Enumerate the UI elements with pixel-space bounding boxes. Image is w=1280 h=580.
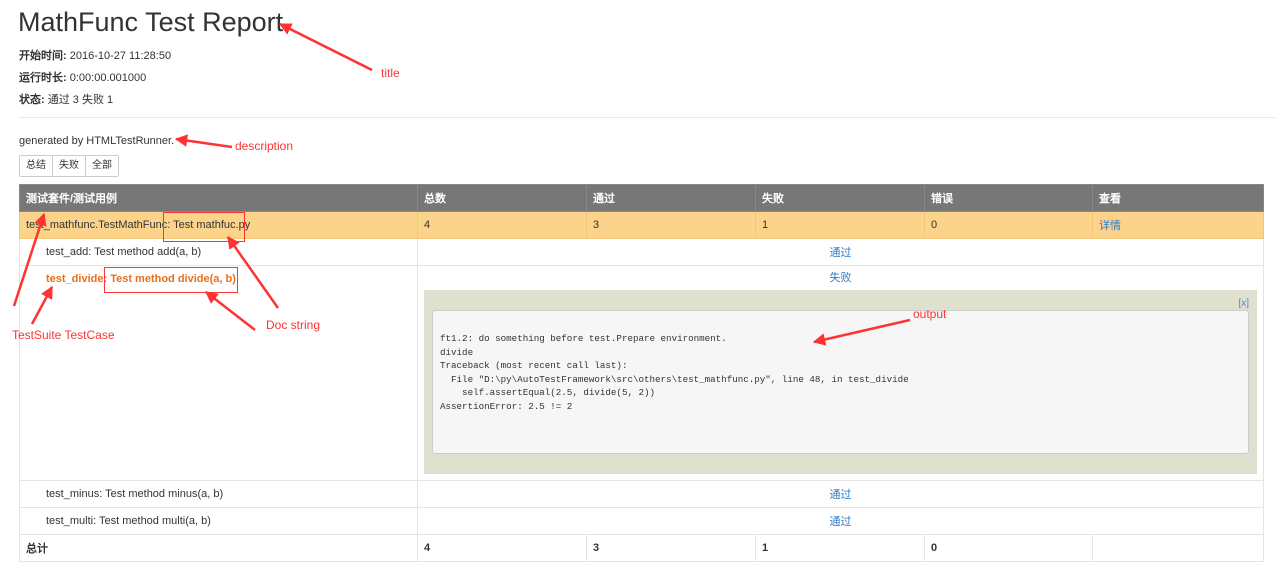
docstring-arrow-1 [226,235,280,309]
docstring-arrow-2 [205,291,256,331]
annotation-arrows [12,22,911,346]
suite-arrow [12,212,47,307]
title-annotation: title [381,66,400,80]
case-arrow [30,285,54,325]
suite-case-annotation: TestSuite TestCase [12,328,115,342]
docstring-annotation: Doc string [266,318,321,332]
description-annotation: description [235,139,294,153]
title-arrow [278,22,373,72]
description-arrow [174,134,233,149]
output-annotation: output [913,307,947,321]
output-arrow [812,318,911,346]
